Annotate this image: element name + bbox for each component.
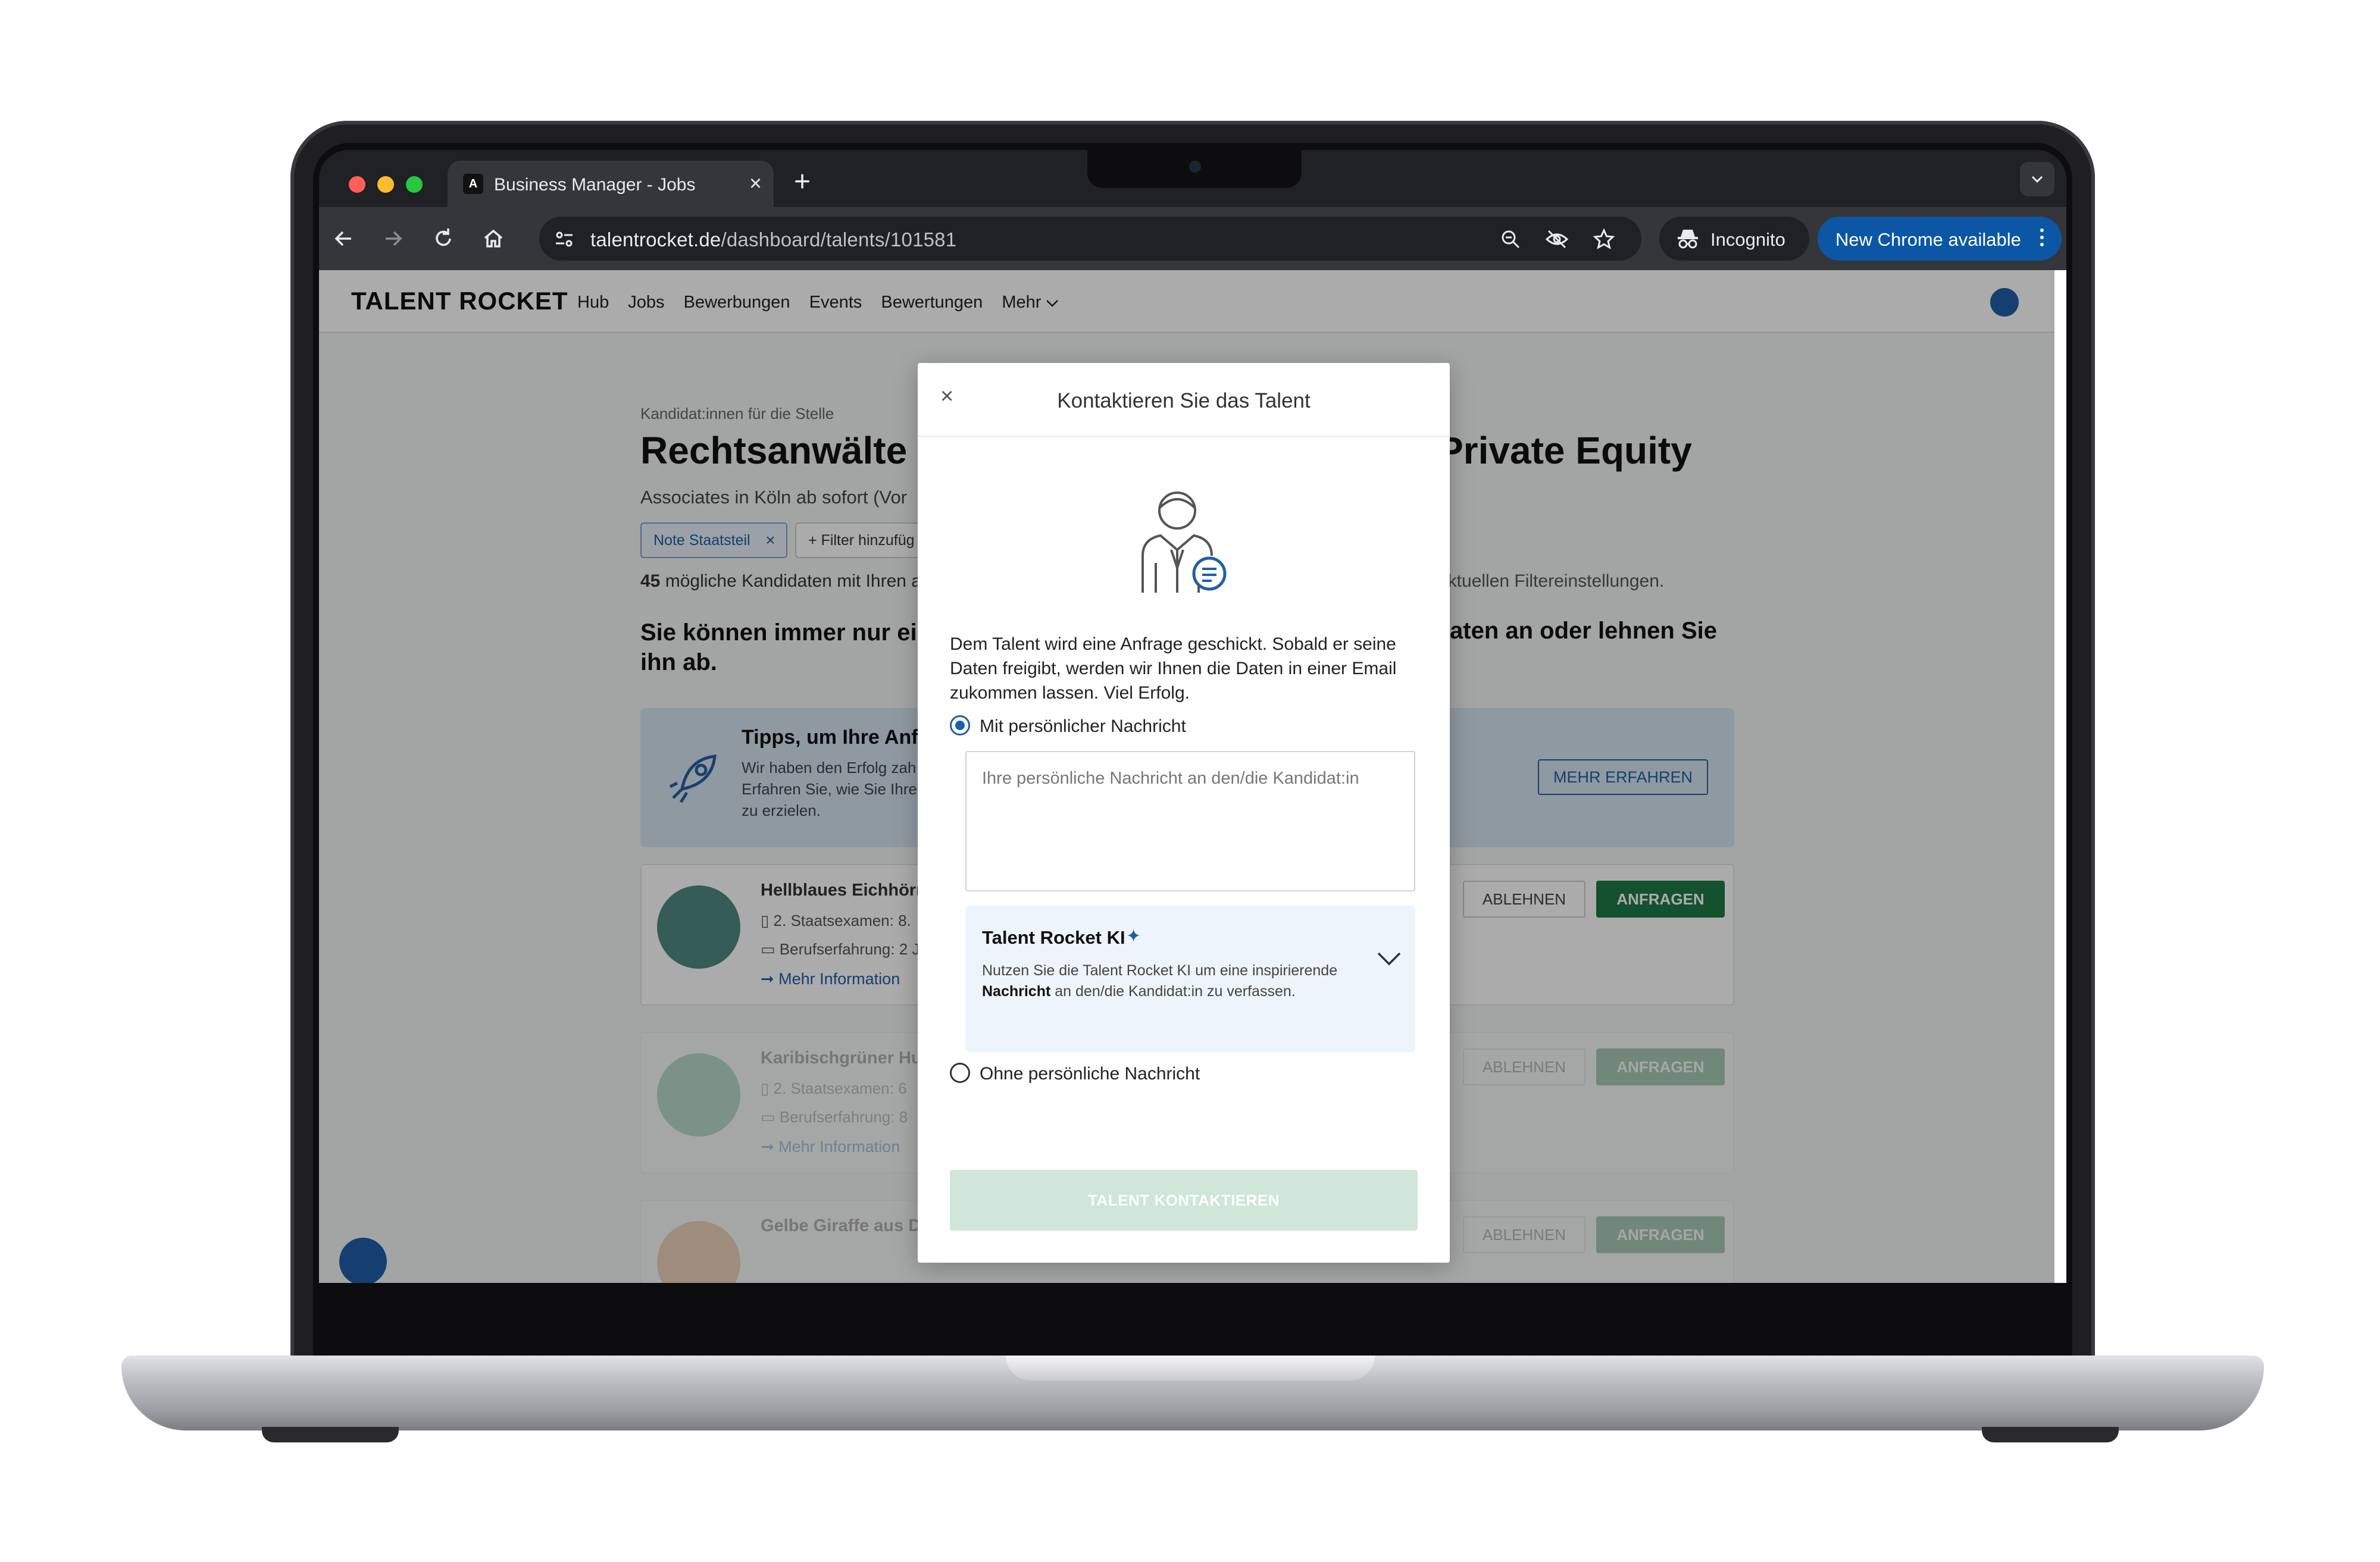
modal-description: Dem Talent wird eine Anfrage geschickt. …	[950, 634, 1397, 703]
ki-title: Talent Rocket KI	[982, 927, 1125, 948]
laptop-foot-right	[1982, 1427, 2119, 1442]
reload-icon[interactable]	[430, 225, 457, 252]
camera-icon	[1189, 161, 1201, 173]
zoom-icon[interactable]	[1500, 228, 1521, 250]
talent-message-illustration-icon	[1141, 492, 1227, 593]
site-settings-icon[interactable]	[552, 227, 576, 251]
address-bar[interactable]: talentrocket.de/dashboard/talents/101581	[539, 217, 1641, 261]
url-path: /dashboard/talents/101581	[721, 228, 957, 251]
chrome-update-button[interactable]: New Chrome available	[1818, 217, 2062, 261]
kebab-menu-icon[interactable]	[2040, 228, 2044, 250]
incognito-label: Incognito	[1710, 229, 1785, 250]
laptop-foot-left	[262, 1427, 399, 1442]
chevron-down-icon[interactable]	[1376, 951, 1402, 968]
browser-window: A Business Manager - Jobs × + talentrock…	[319, 150, 2066, 1283]
incognito-indicator[interactable]: Incognito	[1659, 217, 1809, 261]
chevron-down-icon	[2031, 176, 2043, 183]
minimize-window-button[interactable]	[377, 176, 394, 193]
contact-talent-button[interactable]: TALENT KONTAKTIEREN	[950, 1170, 1418, 1231]
tab-search-button[interactable]	[2020, 162, 2054, 196]
tab-business-manager[interactable]: A Business Manager - Jobs ×	[448, 161, 774, 207]
incognito-icon	[1678, 230, 1698, 249]
new-tab-button[interactable]: +	[794, 168, 811, 196]
modal-divider	[918, 436, 1450, 437]
browser-toolbar: talentrocket.de/dashboard/talents/101581…	[319, 207, 2066, 270]
sparkle-icon: ✦	[1126, 926, 1141, 946]
laptop-opening-groove	[1006, 1356, 1375, 1381]
url-text: talentrocket.de/dashboard/talents/101581	[590, 228, 956, 251]
tab-close-icon[interactable]: ×	[749, 171, 762, 195]
ki-description-start: Nutzen Sie die Talent Rocket KI um eine …	[982, 962, 1338, 979]
radio-with-message-label[interactable]: Mit persönlicher Nachricht	[980, 716, 1186, 737]
ki-description-end: an den/die Kandidat:in zu verfassen.	[1050, 983, 1296, 1000]
radio-without-message[interactable]	[950, 1063, 970, 1083]
ki-assistant-panel[interactable]: Talent Rocket KI ✦ Nutzen Sie die Talent…	[965, 906, 1415, 1052]
tab-title: Business Manager - Jobs	[494, 175, 696, 195]
ki-description-bold: Nachricht	[982, 983, 1051, 1000]
back-arrow-icon[interactable]	[330, 225, 357, 252]
page-scrollbar[interactable]	[2054, 270, 2066, 1283]
ki-description: Nutzen Sie die Talent Rocket KI um eine …	[982, 960, 1363, 1002]
contact-talent-modal: × Kontaktieren Sie das Talent Dem Talent…	[918, 363, 1450, 1263]
personal-message-input[interactable]	[965, 751, 1415, 891]
web-page: TALENT ROCKET Hub Jobs Bewerbungen Event…	[319, 270, 2054, 1283]
home-icon[interactable]	[480, 225, 507, 252]
forward-arrow-icon[interactable]	[380, 225, 407, 252]
chrome-update-label: New Chrome available	[1835, 229, 2021, 250]
site-favicon-icon: A	[463, 174, 483, 194]
close-window-button[interactable]	[349, 176, 365, 193]
radio-with-message[interactable]	[950, 715, 970, 735]
fullscreen-window-button[interactable]	[406, 176, 423, 193]
url-host: talentrocket.de	[590, 228, 721, 251]
eye-slash-icon[interactable]	[1545, 228, 1569, 250]
modal-title: Kontaktieren Sie das Talent	[1057, 389, 1311, 412]
radio-without-message-label[interactable]: Ohne persönliche Nachricht	[980, 1064, 1200, 1084]
star-icon[interactable]	[1593, 228, 1615, 250]
